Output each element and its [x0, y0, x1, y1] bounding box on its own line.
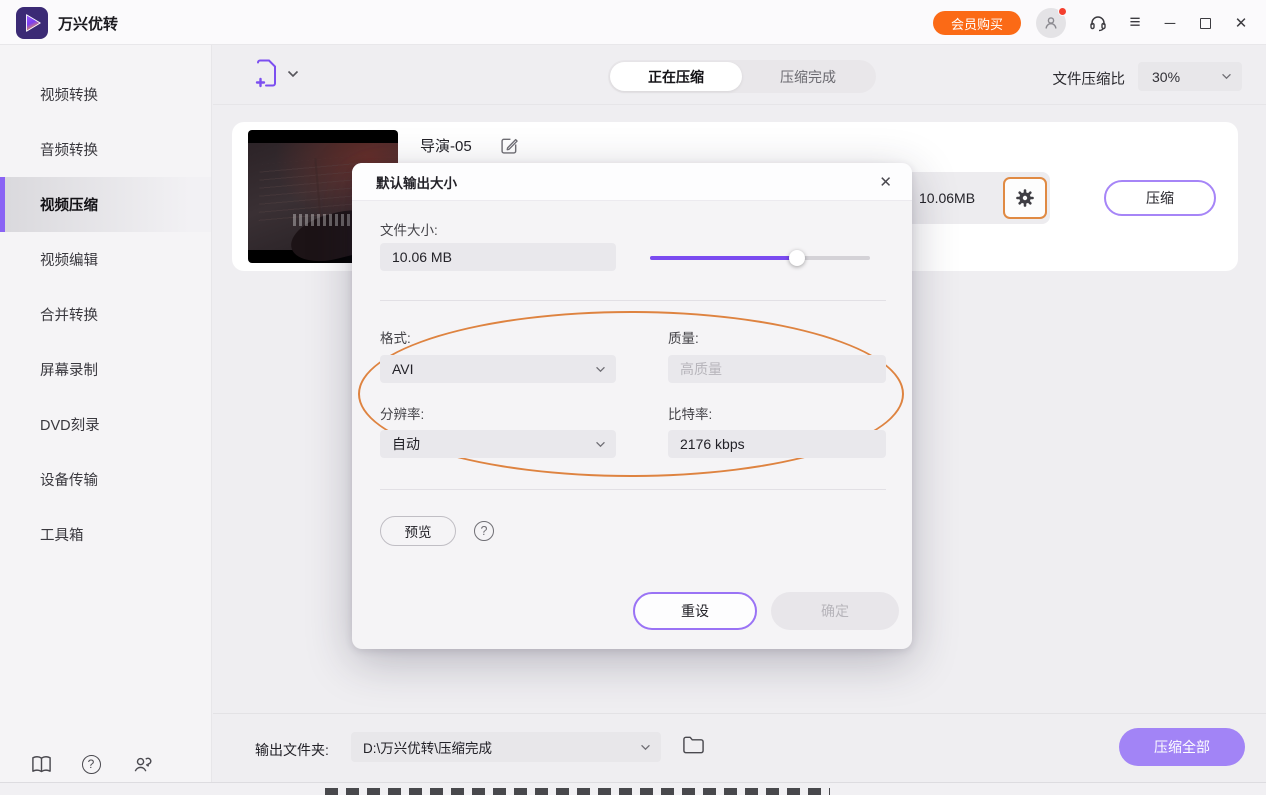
output-folder-label: 输出文件夹: — [255, 740, 329, 760]
slider-thumb[interactable] — [789, 250, 805, 266]
compression-ratio-select[interactable]: 30% — [1138, 62, 1242, 91]
reset-button[interactable]: 重设 — [633, 592, 757, 630]
format-label: 格式: — [380, 327, 411, 347]
tab-compressing[interactable]: 正在压缩 — [610, 62, 742, 91]
sidebar-item-audio-convert[interactable]: 音频转换 — [0, 122, 211, 177]
minimize-button[interactable]: ─ — [1157, 11, 1183, 35]
compress-button[interactable]: 压缩 — [1104, 180, 1216, 216]
buy-membership-button[interactable]: 会员购买 — [933, 11, 1021, 35]
help-icon[interactable]: ? — [80, 753, 102, 775]
resolution-label: 分辨率: — [380, 403, 424, 423]
gear-icon — [1014, 187, 1036, 209]
chevron-down-icon — [595, 366, 606, 373]
account-avatar[interactable] — [1036, 8, 1066, 38]
bitrate-input[interactable]: 2176 kbps — [668, 430, 886, 458]
slider-fill — [650, 256, 797, 260]
close-button[interactable]: ✕ — [1228, 11, 1254, 35]
menu-icon[interactable]: ≡ — [1122, 11, 1148, 35]
sidebar-item-toolbox[interactable]: 工具箱 — [0, 507, 211, 562]
confirm-button[interactable]: 确定 — [771, 592, 899, 630]
chevron-down-icon — [1221, 73, 1232, 80]
sidebar: 视频转换 音频转换 视频压缩 视频编辑 合并转换 屏幕录制 DVD刻录 设备传输… — [0, 45, 212, 795]
app-logo-icon — [16, 7, 48, 39]
sidebar-item-merge-convert[interactable]: 合并转换 — [0, 287, 211, 342]
sidebar-item-video-convert[interactable]: 视频转换 — [0, 67, 211, 122]
divider — [380, 489, 886, 490]
add-file-button[interactable] — [254, 59, 299, 89]
file-size-label: 文件大小: — [380, 219, 438, 239]
person-icon — [1043, 15, 1059, 31]
rename-edit-icon[interactable] — [500, 136, 519, 155]
preview-button[interactable]: 预览 — [380, 516, 456, 546]
status-tabs: 正在压缩 压缩完成 — [608, 60, 876, 93]
file-size-slider[interactable] — [650, 248, 870, 268]
settings-gear-button[interactable] — [1003, 177, 1047, 219]
chevron-down-icon — [287, 70, 299, 78]
output-size-value: 10.06MB — [919, 190, 975, 206]
quality-input: 高质量 — [668, 355, 886, 383]
sidebar-item-video-edit[interactable]: 视频编辑 — [0, 232, 211, 287]
support-headset-icon[interactable] — [1085, 11, 1111, 35]
resolution-select[interactable]: 自动 — [380, 430, 616, 458]
dialog-header: 默认输出大小 ✕ — [352, 163, 912, 201]
divider — [380, 300, 886, 301]
titlebar: 万兴优转 会员购买 ≡ ─ ✕ — [0, 0, 1266, 45]
user-guide-book-icon[interactable] — [30, 753, 52, 775]
chevron-down-icon — [640, 744, 651, 751]
sidebar-item-video-compress[interactable]: 视频压缩 — [0, 177, 211, 232]
clipped-background-text — [325, 788, 830, 795]
quality-label: 质量: — [668, 327, 699, 347]
open-folder-icon[interactable] — [682, 735, 706, 759]
notification-dot — [1058, 7, 1067, 16]
sidebar-item-dvd-burn[interactable]: DVD刻录 — [0, 397, 211, 452]
bitrate-label: 比特率: — [668, 403, 712, 423]
community-feedback-icon[interactable] — [130, 753, 152, 775]
dialog-title: 默认输出大小 — [376, 172, 457, 192]
compression-ratio-label: 文件压缩比 — [1032, 68, 1125, 89]
add-file-icon — [254, 59, 279, 89]
toolbar-divider — [213, 104, 1266, 105]
sidebar-item-device-transfer[interactable]: 设备传输 — [0, 452, 211, 507]
tab-compress-finished[interactable]: 压缩完成 — [742, 62, 874, 91]
file-name: 导演-05 — [420, 135, 472, 156]
format-select[interactable]: AVI — [380, 355, 616, 383]
output-folder-select[interactable]: D:\万兴优转\压缩完成 — [351, 732, 661, 762]
footer-divider — [213, 713, 1266, 714]
file-size-input[interactable]: 10.06 MB — [380, 243, 616, 271]
compress-all-button[interactable]: 压缩全部 — [1119, 728, 1245, 766]
sidebar-item-screen-record[interactable]: 屏幕录制 — [0, 342, 211, 397]
dialog-close-icon[interactable]: ✕ — [875, 171, 896, 193]
default-output-size-dialog: 默认输出大小 ✕ 文件大小: 10.06 MB 格式: AVI 质量: 高质量 … — [352, 163, 912, 649]
maximize-button[interactable] — [1192, 11, 1218, 35]
app-title: 万兴优转 — [58, 13, 118, 34]
dialog-help-icon[interactable]: ? — [474, 521, 494, 541]
chevron-down-icon — [595, 441, 606, 448]
